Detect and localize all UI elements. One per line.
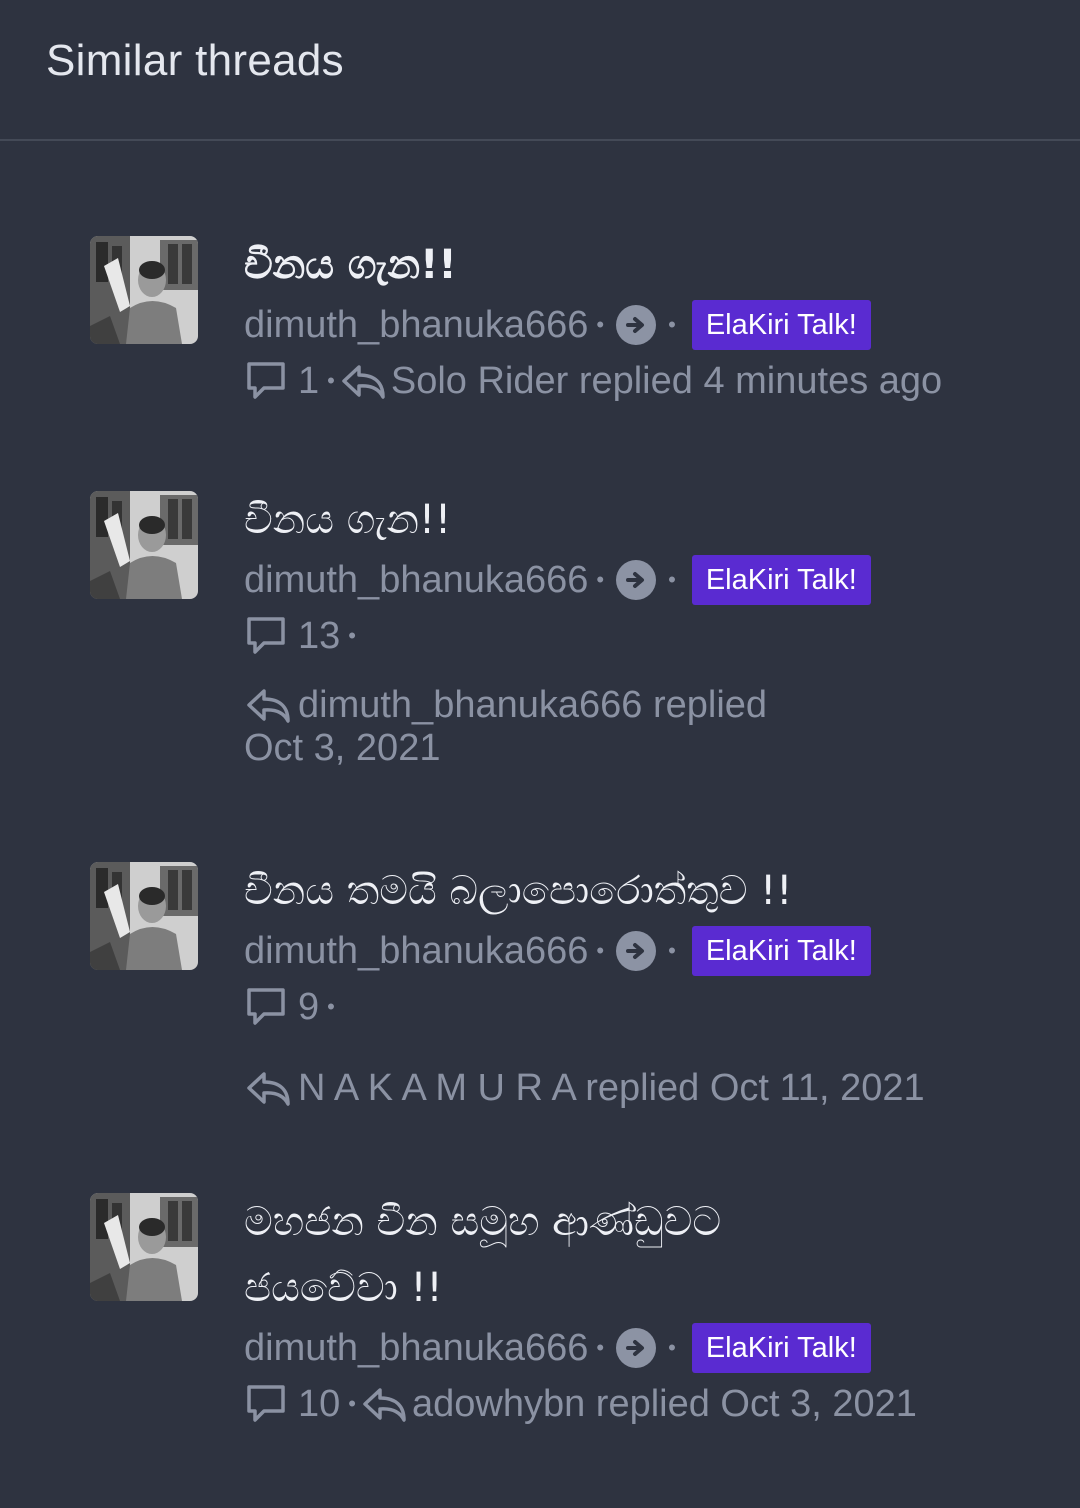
thread-title-line: මහජන චීන සමූහ ආණ්ඩුවට: [244, 1199, 722, 1245]
speech-bubble-icon: [244, 359, 288, 403]
section-title: Similar threads: [46, 35, 344, 85]
arrow-right-circle-icon: [616, 1328, 657, 1368]
speech-bubble-icon: [244, 1382, 288, 1426]
reply-arrow-icon: [244, 683, 292, 727]
separator-dot: •: [348, 1391, 356, 1416]
reply-count: 9: [298, 985, 320, 1028]
separator-dot: •: [596, 1335, 605, 1360]
thread-author[interactable]: dimuth_bhanuka666: [244, 559, 588, 602]
last-reply-date[interactable]: Oct 3, 2021: [244, 727, 1044, 769]
arrow-right-circle-icon: [616, 931, 657, 971]
thread-title-line: ජයවේවා !!: [244, 1265, 443, 1311]
thread-author[interactable]: dimuth_bhanuka666: [244, 1327, 588, 1370]
forum-badge[interactable]: ElaKiri Talk!: [691, 555, 871, 605]
separator-dot: •: [327, 994, 335, 1019]
separator-dot: •: [668, 567, 676, 592]
arrow-right-circle-icon: [616, 560, 657, 600]
last-reply[interactable]: N A K A M U R A replied Oct 11, 2021: [298, 1067, 925, 1109]
avatar[interactable]: [90, 236, 198, 344]
reply-count: 1: [298, 359, 320, 402]
thread-author[interactable]: dimuth_bhanuka666: [244, 930, 588, 973]
speech-bubble-icon: [244, 614, 288, 658]
thread-author[interactable]: dimuth_bhanuka666: [244, 304, 588, 347]
thread-title[interactable]: චීනය ගැන!!: [244, 487, 1044, 553]
avatar[interactable]: [90, 491, 198, 599]
reply-count: 10: [298, 1382, 341, 1425]
separator-dot: •: [668, 1335, 676, 1360]
arrow-right-circle-icon: [616, 305, 657, 345]
separator-dot: •: [596, 938, 605, 963]
separator-dot: •: [596, 567, 605, 592]
reply-arrow-icon: [244, 1066, 292, 1110]
last-reply[interactable]: Solo Rider replied 4 minutes ago: [391, 360, 942, 403]
thread-title[interactable]: මහජන චීන සමූහ ආණ්ඩුවට ජයවේවා !!: [244, 1189, 1044, 1321]
similar-threads-header: Similar threads: [0, 0, 1080, 141]
reply-arrow-icon: [339, 359, 387, 403]
reply-count: 13: [298, 614, 341, 657]
thread-title[interactable]: චීනය ගැන!!: [244, 232, 1044, 298]
separator-dot: •: [596, 312, 605, 337]
speech-bubble-icon: [244, 985, 288, 1029]
forum-badge[interactable]: ElaKiri Talk!: [691, 1323, 871, 1373]
separator-dot: •: [348, 623, 356, 648]
forum-badge[interactable]: ElaKiri Talk!: [691, 926, 871, 976]
thread-title[interactable]: චීනය තමයි බලාපොරොත්තුව !!: [244, 858, 1044, 924]
separator-dot: •: [327, 368, 335, 393]
last-reply-user[interactable]: dimuth_bhanuka666 replied: [298, 684, 767, 726]
last-reply[interactable]: adowhybn replied Oct 3, 2021: [412, 1383, 917, 1426]
separator-dot: •: [668, 938, 676, 963]
forum-badge[interactable]: ElaKiri Talk!: [691, 300, 871, 350]
separator-dot: •: [668, 312, 676, 337]
avatar[interactable]: [90, 1193, 198, 1301]
reply-arrow-icon: [360, 1382, 408, 1426]
avatar[interactable]: [90, 862, 198, 970]
